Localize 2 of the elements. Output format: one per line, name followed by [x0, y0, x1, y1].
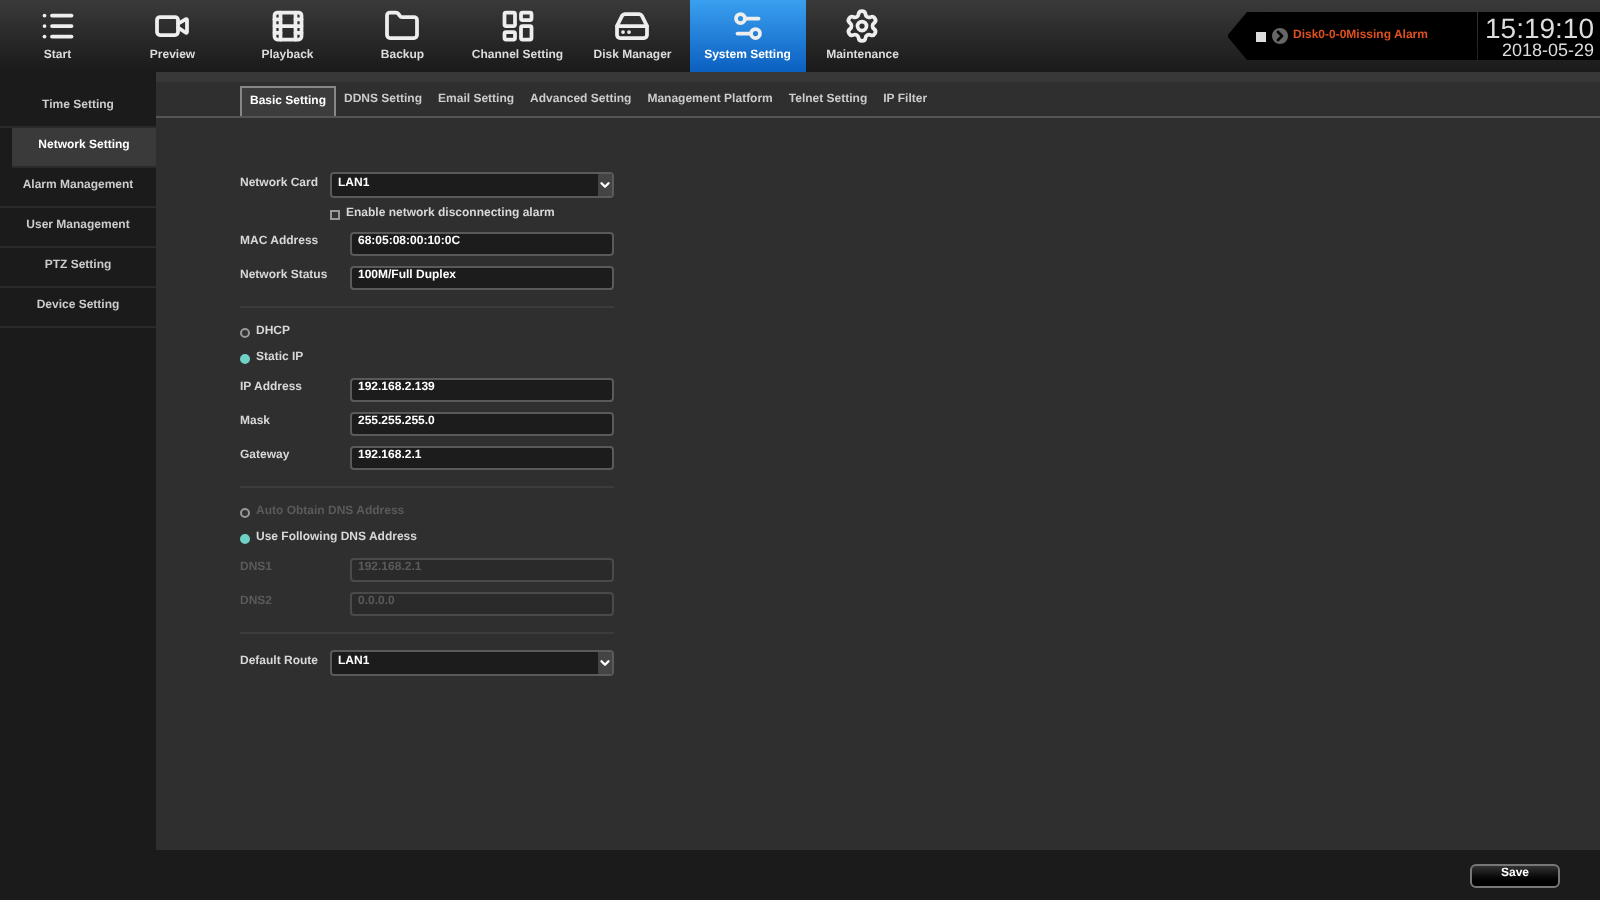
clock-date: 2018-05-29 [1501, 41, 1594, 59]
clock-time: 15:19:10 [1485, 13, 1594, 41]
